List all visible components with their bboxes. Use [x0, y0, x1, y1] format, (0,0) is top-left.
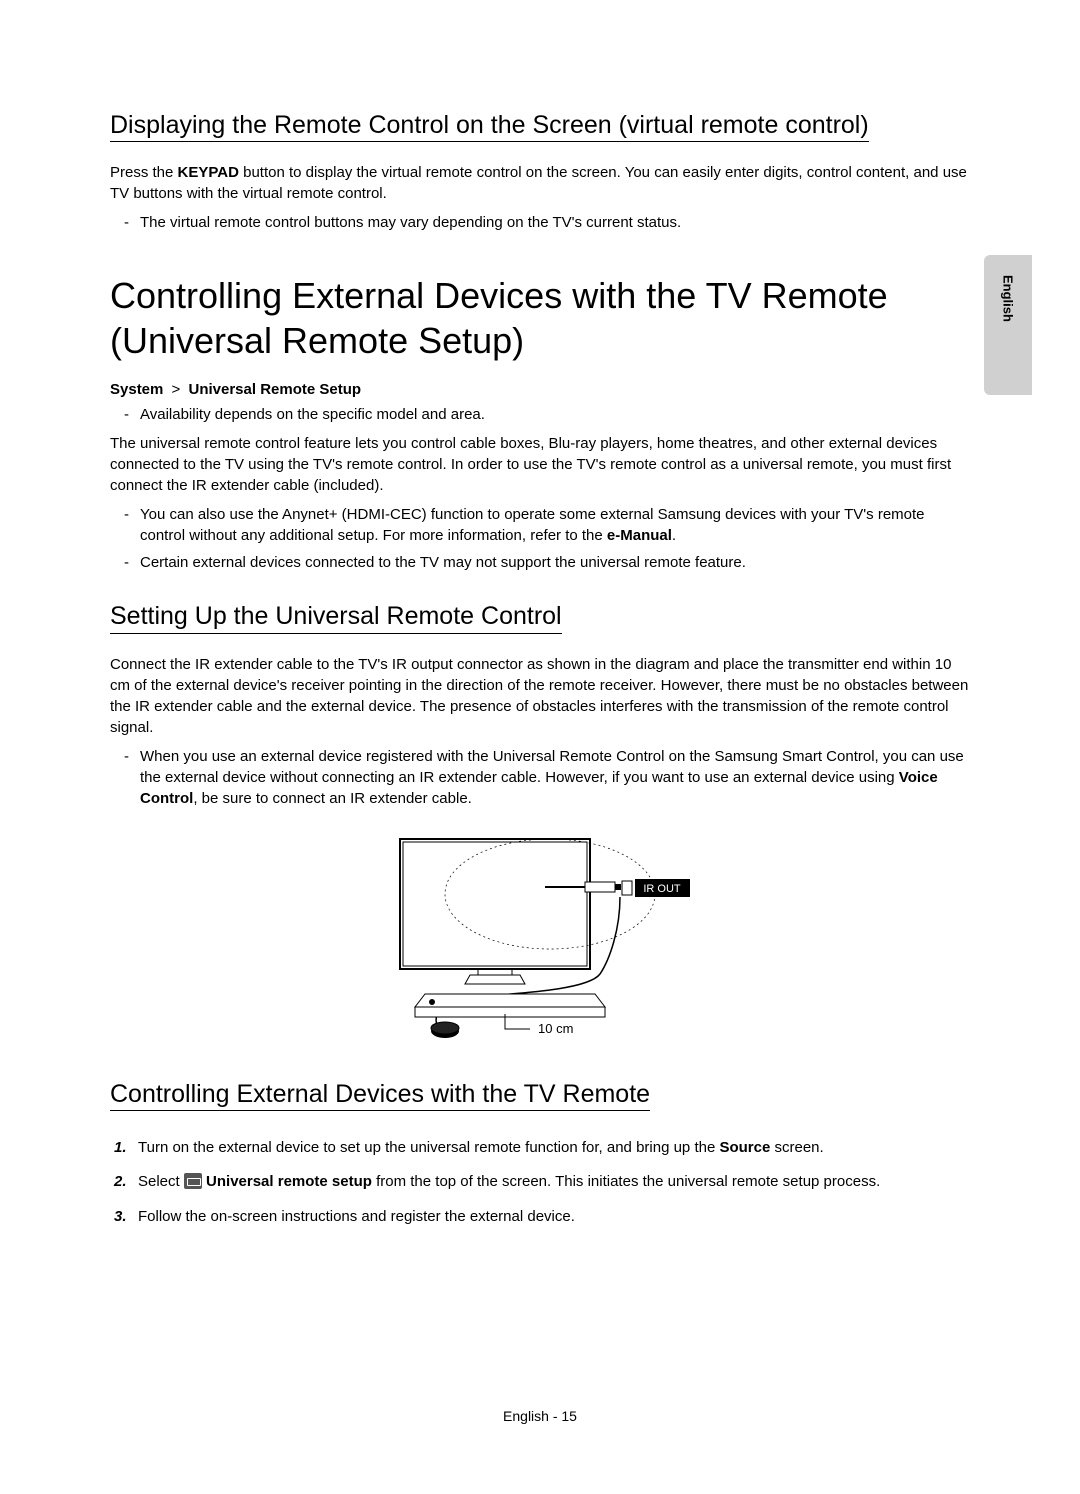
page-footer: English - 15	[0, 1408, 1080, 1424]
note-item: The virtual remote control buttons may v…	[110, 212, 970, 233]
keypad-label: KEYPAD	[178, 164, 239, 181]
note-item: Availability depends on the specific mod…	[110, 404, 970, 425]
note-list: You can also use the Anynet+ (HDMI-CEC) …	[110, 504, 970, 573]
language-tab-label: English	[1001, 275, 1016, 322]
universal-remote-setup-label: Universal remote setup	[202, 1173, 372, 1190]
steps-list: Turn on the external device to set up th…	[110, 1137, 970, 1229]
ir-extender-diagram: IR OUT 10 cm	[110, 819, 970, 1049]
heading-controlling-external: Controlling External Devices with the TV…	[110, 273, 970, 363]
text: , be sure to connect an IR extender cabl…	[193, 790, 472, 807]
text: screen.	[770, 1139, 823, 1156]
note-list: When you use an external device register…	[110, 746, 970, 809]
text: Turn on the external device to set up th…	[138, 1139, 719, 1156]
text: When you use an external device register…	[140, 748, 964, 786]
note-item: You can also use the Anynet+ (HDMI-CEC) …	[110, 504, 970, 546]
section-virtual-remote: Displaying the Remote Control on the Scr…	[110, 110, 970, 233]
heading-virtual-remote: Displaying the Remote Control on the Scr…	[110, 110, 869, 142]
manual-page: English Displaying the Remote Control on…	[0, 0, 1080, 1494]
menu-path-separator: >	[172, 381, 181, 398]
paragraph: Press the KEYPAD button to display the v…	[110, 162, 970, 204]
step-item: Turn on the external device to set up th…	[110, 1137, 970, 1160]
text: Press the	[110, 164, 178, 181]
distance-label: 10 cm	[538, 1021, 573, 1036]
step-item: Follow the on-screen instructions and re…	[110, 1206, 970, 1229]
menu-path-system: System	[110, 381, 163, 398]
heading-controlling-external-steps: Controlling External Devices with the TV…	[110, 1079, 650, 1111]
note-item: When you use an external device register…	[110, 746, 970, 809]
text: button to display the virtual remote con…	[110, 164, 967, 202]
text: .	[672, 527, 676, 544]
step-item: Select Universal remote setup from the t…	[110, 1171, 970, 1194]
paragraph: The universal remote control feature let…	[110, 433, 970, 496]
text: Select	[138, 1173, 184, 1190]
note-list: Availability depends on the specific mod…	[110, 404, 970, 425]
universal-remote-icon	[184, 1173, 202, 1189]
text: from the top of the screen. This initiat…	[372, 1173, 880, 1190]
menu-path-universal-remote: Universal Remote Setup	[188, 381, 361, 398]
emanual-label: e-Manual	[607, 527, 672, 544]
diagram-svg: IR OUT 10 cm	[370, 819, 710, 1049]
heading-setting-up-universal: Setting Up the Universal Remote Control	[110, 601, 562, 633]
menu-path: System > Universal Remote Setup	[110, 381, 970, 398]
note-list: The virtual remote control buttons may v…	[110, 212, 970, 233]
text: You can also use the Anynet+ (HDMI-CEC) …	[140, 506, 925, 544]
note-item: Certain external devices connected to th…	[110, 552, 970, 573]
language-tab: English	[984, 255, 1032, 395]
ir-out-label: IR OUT	[643, 883, 681, 895]
paragraph: Connect the IR extender cable to the TV'…	[110, 654, 970, 738]
source-label: Source	[719, 1139, 770, 1156]
